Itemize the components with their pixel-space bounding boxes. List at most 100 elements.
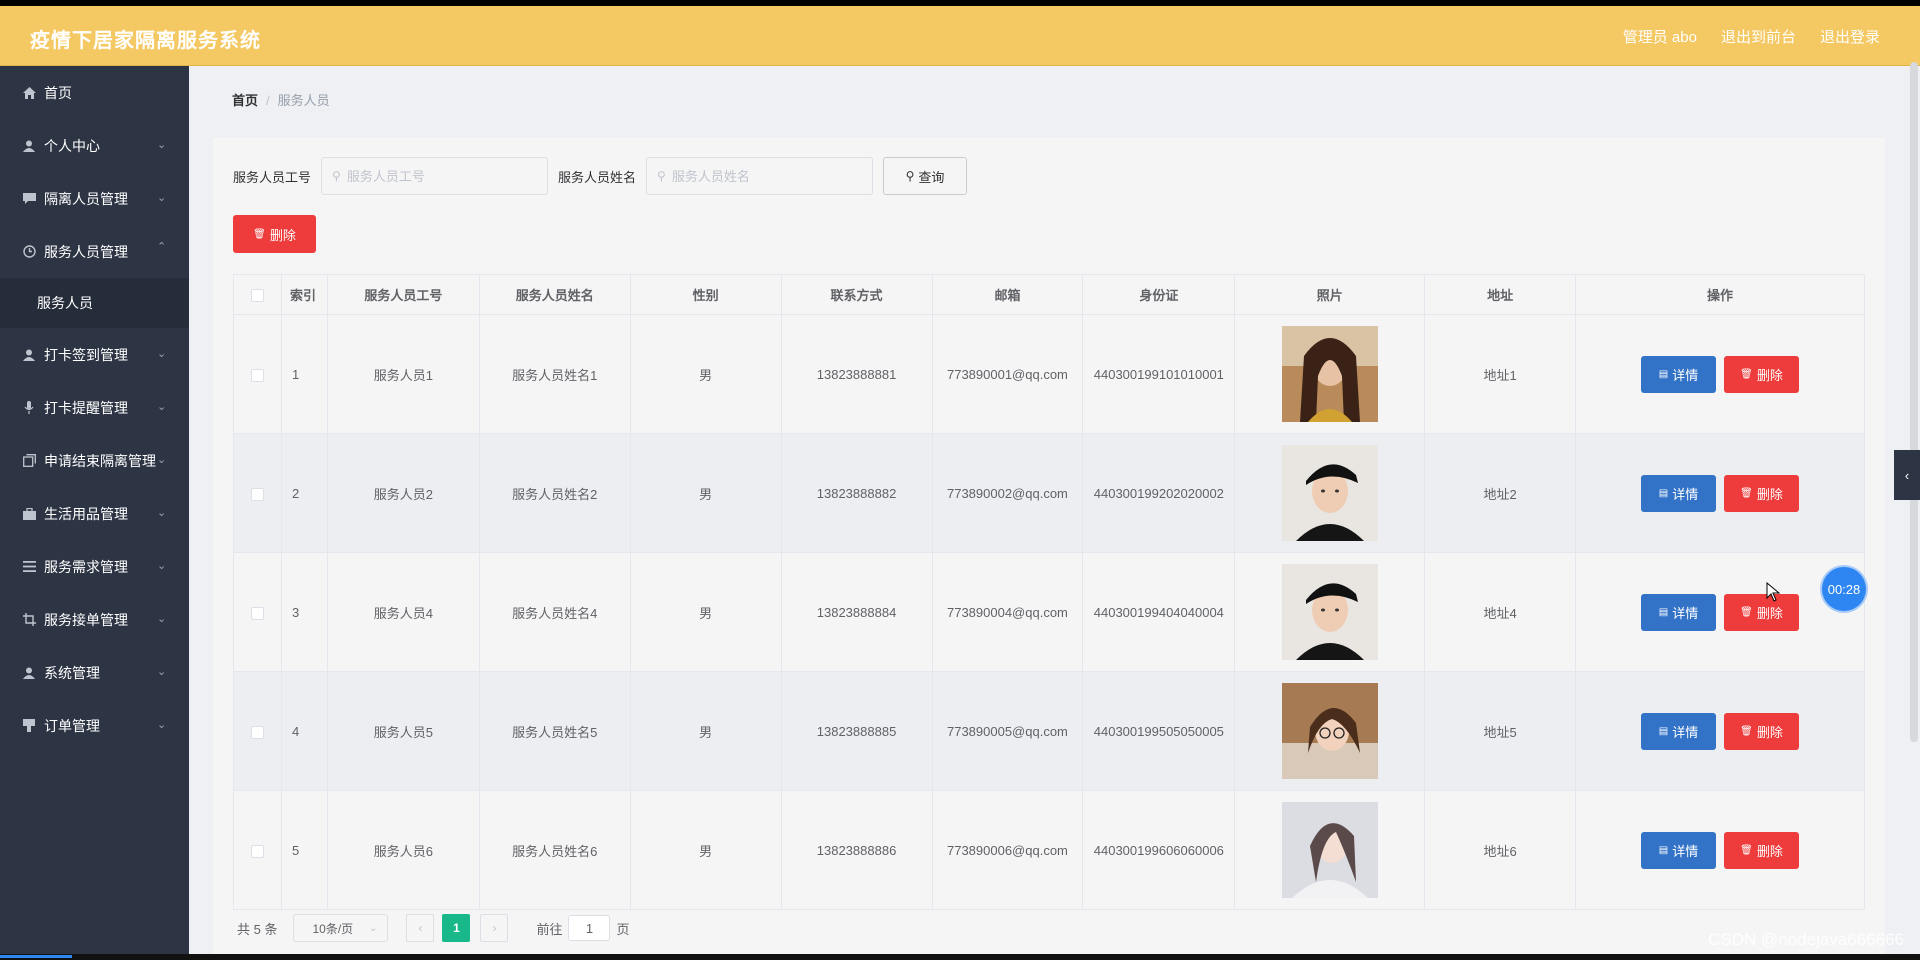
sidebar-item-home[interactable]: 首页 xyxy=(0,66,189,119)
staff-name-input[interactable] xyxy=(671,168,862,184)
actions-cell: ▤ 详情 🗑 删除 xyxy=(1575,671,1865,791)
staff-id-input[interactable] xyxy=(346,168,537,184)
sidebar-item-service-orders[interactable]: 服务接单管理 ⌄ xyxy=(0,593,189,646)
sidebar-item-checkin[interactable]: 打卡签到管理 ⌄ xyxy=(0,328,189,381)
staff-name-cell: 服务人员姓名1 xyxy=(479,314,631,434)
sidebar-item-service-needs[interactable]: 服务需求管理 ⌄ xyxy=(0,540,189,593)
sidebar-item-personal-center[interactable]: 个人中心 ⌄ xyxy=(0,119,189,172)
index-cell: 5 xyxy=(281,790,328,910)
email-text: 773890002@qq.com xyxy=(946,485,1068,501)
email-text: 773890001@qq.com xyxy=(946,366,1068,382)
trash-icon: 🗑 xyxy=(253,228,266,240)
delete-button[interactable]: 🗑 删除 xyxy=(1724,593,1800,631)
search-icon: ⚲ xyxy=(905,169,915,183)
document-icon: ▤ xyxy=(1658,844,1669,856)
sidebar-item-label: 服务接单管理 xyxy=(44,611,128,628)
row-checkbox[interactable] xyxy=(250,844,264,858)
delete-label: 删除 xyxy=(1756,843,1783,859)
content-panel: 服务人员工号 ⚲ 服务人员姓名 ⚲ ⚲ 查询 🗑 删除 xyxy=(213,138,1885,954)
table-row: 3 服务人员4 服务人员姓名4 男 13823888884 773890004@… xyxy=(233,552,1865,672)
phone-cell: 13823888885 xyxy=(781,671,933,791)
sidebar-item-service-staff[interactable]: 服务人员管理 ⌃ xyxy=(0,225,189,278)
page-size-select[interactable]: 10条/页 ⌄ xyxy=(293,914,389,942)
row-checkbox[interactable] xyxy=(250,725,264,739)
sidebar-item-isolation-people[interactable]: 隔离人员管理 ⌄ xyxy=(0,172,189,225)
page-size-value: 10条/页 xyxy=(312,921,354,936)
sidebar-subitem-service-staff[interactable]: 服务人员 xyxy=(0,278,189,328)
delete-button[interactable]: 🗑 删除 xyxy=(1724,355,1800,393)
staff-name-label: 服务人员姓名 xyxy=(558,169,637,185)
staff-id-cell: 服务人员1 xyxy=(327,314,480,434)
batch-delete-button[interactable]: 🗑 删除 xyxy=(233,215,316,253)
photo-cell xyxy=(1234,433,1426,553)
email-cell: 773890006@qq.com xyxy=(932,790,1084,910)
sidebar-item-orders[interactable]: 订单管理 ⌄ xyxy=(0,699,189,752)
column-header: 操作 xyxy=(1575,274,1865,315)
pagination: 共 5 条 10条/页 ⌄ ‹ 1 › 前往 页 xyxy=(237,914,630,942)
phone-cell: 13823888884 xyxy=(781,552,933,672)
idcard-text: 440300199202020002 xyxy=(1093,485,1224,501)
sidebar-item-label: 系统管理 xyxy=(44,664,100,681)
page-scrollbar[interactable] xyxy=(1910,62,1918,742)
row-select-cell xyxy=(233,671,282,791)
detail-button[interactable]: ▤ 详情 xyxy=(1641,712,1717,750)
row-checkbox[interactable] xyxy=(250,606,264,620)
detail-label: 详情 xyxy=(1672,486,1699,502)
sidebar-item-checkin-reminder[interactable]: 打卡提醒管理 ⌄ xyxy=(0,381,189,434)
chevron-down-icon: ⌄ xyxy=(157,507,167,519)
logout-link[interactable]: 退出登录 xyxy=(1820,26,1880,47)
delete-button[interactable]: 🗑 删除 xyxy=(1724,831,1800,869)
select-all-checkbox[interactable] xyxy=(250,289,264,303)
query-button[interactable]: ⚲ 查询 xyxy=(883,157,968,195)
row-checkbox[interactable] xyxy=(250,487,264,501)
current-user[interactable]: 管理员 abo xyxy=(1623,26,1697,47)
gender-cell: 男 xyxy=(630,314,782,434)
actions-cell: ▤ 详情 🗑 删除 xyxy=(1575,433,1865,553)
row-checkbox[interactable] xyxy=(250,368,264,382)
search-bar: 服务人员工号 ⚲ 服务人员姓名 ⚲ ⚲ 查询 xyxy=(233,157,968,195)
idcard-text: 440300199505050005 xyxy=(1093,723,1224,739)
detail-button[interactable]: ▤ 详情 xyxy=(1641,593,1717,631)
detail-button[interactable]: ▤ 详情 xyxy=(1641,831,1717,869)
sidebar-item-system[interactable]: 系统管理 ⌄ xyxy=(0,646,189,699)
staff-name-field[interactable]: ⚲ xyxy=(646,157,874,195)
exit-to-front-link[interactable]: 退出到前台 xyxy=(1721,26,1796,47)
goto-page-input[interactable] xyxy=(568,915,611,941)
sidebar-item-end-isolation[interactable]: 申请结束隔离管理 ⌄ xyxy=(0,434,189,487)
row-select-cell xyxy=(233,790,282,910)
delete-button[interactable]: 🗑 删除 xyxy=(1724,474,1800,512)
phone-cell: 13823888882 xyxy=(781,433,933,553)
delete-label: 删除 xyxy=(1756,605,1783,621)
table-row: 1 服务人员1 服务人员姓名1 男 13823888881 773890001@… xyxy=(233,314,1865,434)
table-row: 5 服务人员6 服务人员姓名6 男 13823888886 773890006@… xyxy=(233,790,1865,910)
select-all-cell xyxy=(233,274,282,315)
breadcrumb-home[interactable]: 首页 xyxy=(232,93,258,108)
chevron-left-icon: ‹ xyxy=(1904,467,1910,483)
staff-id-cell: 服务人员4 xyxy=(327,552,480,672)
index-cell: 4 xyxy=(281,671,328,791)
chevron-down-icon: ⌄ xyxy=(157,613,167,625)
page-number-current[interactable]: 1 xyxy=(442,914,471,942)
side-collapse-tab[interactable]: ‹ xyxy=(1894,450,1920,500)
menu-icon xyxy=(22,560,36,574)
next-page-button[interactable]: › xyxy=(480,914,509,942)
crop-icon xyxy=(22,613,36,627)
email-cell: 773890004@qq.com xyxy=(932,552,1084,672)
chevron-down-icon: ⌄ xyxy=(157,192,167,204)
breadcrumb-separator: / xyxy=(266,93,270,108)
detail-button[interactable]: ▤ 详情 xyxy=(1641,355,1717,393)
column-header: 服务人员工号 xyxy=(327,274,480,315)
user-icon xyxy=(22,666,36,680)
prev-page-button[interactable]: ‹ xyxy=(406,914,435,942)
watermark: CSDN @nodejava666666 xyxy=(1708,930,1904,949)
idcard-text: 440300199101010001 xyxy=(1093,366,1224,382)
user-icon xyxy=(22,139,36,153)
sidebar-item-supplies[interactable]: 生活用品管理 ⌄ xyxy=(0,487,189,540)
index-cell: 3 xyxy=(281,552,328,672)
top-header: 疫情下居家隔离服务系统 管理员 abo 退出到前台 退出登录 xyxy=(0,6,1920,66)
detail-button[interactable]: ▤ 详情 xyxy=(1641,474,1717,512)
recording-timer[interactable]: 00:28 xyxy=(1822,567,1866,611)
chevron-down-icon: ⌄ xyxy=(157,348,167,360)
staff-id-field[interactable]: ⚲ xyxy=(321,157,549,195)
delete-button[interactable]: 🗑 删除 xyxy=(1724,712,1800,750)
